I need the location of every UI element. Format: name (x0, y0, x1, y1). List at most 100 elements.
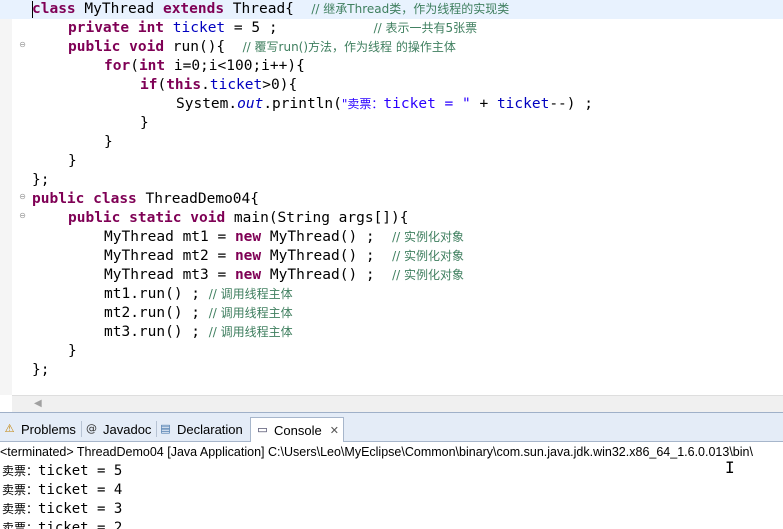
code-token: . (201, 77, 210, 93)
code-token: + (470, 96, 497, 112)
code-line: } (68, 342, 77, 361)
editor-ruler (0, 0, 12, 395)
code-line: public class ThreadDemo04{ (32, 190, 259, 209)
code-token: void (129, 39, 165, 55)
tab-label: Javadoc (103, 421, 152, 437)
code-token: } (140, 115, 149, 131)
problems-icon: ⚠ (4, 422, 15, 435)
code-comment: // 调用线程主体 (208, 325, 293, 339)
code-token: class (32, 1, 76, 17)
code-token: public (68, 210, 121, 226)
code-token: --) ; (549, 96, 593, 112)
fold-toggle-icon[interactable]: ⊖ (18, 41, 27, 50)
code-token: >0){ (262, 77, 298, 93)
output-text: 卖票： (2, 502, 39, 516)
code-token: MyThread() ; (261, 248, 393, 264)
code-token: MyThread() ; (261, 229, 393, 245)
code-line: System.out.println("卖票：ticket = " + tick… (176, 95, 593, 114)
code-token: }; (32, 362, 50, 378)
code-token: out (237, 96, 264, 112)
code-token: if (140, 77, 158, 93)
code-token: class (93, 191, 137, 207)
code-line: MyThread mt1 = new MyThread() ; // 实例化对象 (104, 228, 464, 247)
console-output-line: 卖票：ticket = 4 (2, 481, 122, 500)
code-token: int (137, 20, 165, 36)
code-token: public (32, 191, 85, 207)
code-token: mt1.run() ; (104, 286, 209, 302)
code-token: MyThread (75, 1, 163, 17)
code-token: public (68, 39, 121, 55)
code-string: ticket = " (383, 96, 471, 112)
code-token: } (68, 153, 77, 169)
code-token: int (138, 58, 166, 74)
code-token: extends (162, 1, 225, 17)
code-line: if(this.ticket>0){ (140, 76, 297, 95)
output-text: ticket = 3 (38, 501, 123, 517)
text-cursor-icon: I (725, 458, 735, 477)
code-line: private int ticket = 5 ; // 表示一共有5张票 (68, 19, 477, 38)
tab-javadoc[interactable]: @ Javadoc (84, 417, 151, 441)
code-editor[interactable]: ⊖ ⊖ ⊖ class MyThread extends Thread{ // … (0, 0, 783, 395)
close-tab-icon[interactable]: ✕ (330, 424, 339, 437)
horizontal-scrollbar[interactable]: ◀ (12, 395, 783, 412)
code-token: private (68, 20, 130, 36)
code-token: mt2.run() ; (104, 305, 209, 321)
tab-console[interactable]: ▭ Console ✕ (250, 417, 344, 442)
javadoc-icon: @ (86, 422, 97, 435)
panel-tab-bar: ⚠ Problems @ Javadoc ▤ Declaration ▭ Console… (0, 413, 783, 442)
fold-toggle-icon[interactable]: ⊖ (18, 193, 27, 202)
code-line: mt1.run() ; // 调用线程主体 (104, 285, 293, 304)
code-comment: // 实例化对象 (392, 230, 465, 244)
code-token: ticket (496, 96, 550, 112)
code-token: main(String args[]){ (225, 210, 409, 226)
code-comment: // 继承Thread类，作为线程的实现类 (311, 2, 510, 16)
console-output-line: 卖票：ticket = 5 (2, 462, 122, 481)
code-token: MyThread mt3 = (104, 267, 235, 283)
code-token: new (234, 267, 262, 283)
code-token: this (166, 77, 202, 93)
code-string: "卖票： (341, 97, 384, 111)
code-token: i=0;i<100;i++){ (165, 58, 305, 74)
code-token: = 5 ; (225, 20, 374, 36)
text-caret (32, 1, 33, 18)
fold-toggle-icon[interactable]: ⊖ (18, 212, 27, 221)
tab-label: Console (274, 422, 322, 438)
code-token: ( (130, 58, 139, 74)
code-token: }; (32, 172, 50, 188)
code-line: mt2.run() ; // 调用线程主体 (104, 304, 293, 323)
code-line: } (140, 114, 149, 133)
tab-declaration[interactable]: ▤ Declaration (158, 417, 243, 441)
code-line: class MyThread extends Thread{ // 继承Thre… (0, 0, 783, 19)
code-token: run(){ (164, 39, 243, 55)
code-token: ticket (209, 77, 263, 93)
code-line: MyThread mt2 = new MyThread() ; // 实例化对象 (104, 247, 464, 266)
scroll-left-icon[interactable]: ◀ (34, 396, 42, 412)
code-line: } (68, 152, 77, 171)
code-token: Thread{ (224, 1, 312, 17)
code-token: ThreadDemo04{ (136, 191, 260, 207)
code-line: public static void main(String args[]){ (68, 209, 409, 228)
declaration-icon: ▤ (160, 422, 171, 435)
code-line: mt3.run() ; // 调用线程主体 (104, 323, 293, 342)
code-comment: // 调用线程主体 (208, 287, 293, 301)
code-token: System. (176, 96, 238, 112)
bottom-panel: ⚠ Problems @ Javadoc ▤ Declaration ▭ Console… (0, 412, 783, 529)
tab-problems[interactable]: ⚠ Problems (2, 417, 76, 441)
code-token: void (190, 210, 226, 226)
code-token: .println( (263, 96, 342, 112)
code-token: mt3.run() ; (104, 324, 209, 340)
code-comment: // 覆写run()方法，作为线程 的操作主体 (242, 40, 456, 54)
code-token: MyThread mt1 = (104, 229, 235, 245)
console-output-line: 卖票：ticket = 3 (2, 500, 122, 519)
tab-label: Declaration (177, 421, 243, 437)
code-line: }; (32, 361, 49, 380)
code-comment: // 调用线程主体 (208, 306, 293, 320)
code-token: static (129, 210, 182, 226)
code-line: }; (32, 171, 49, 190)
tab-label: Problems (21, 421, 76, 437)
console-status-line: <terminated> ThreadDemo04 [Java Applicat… (0, 445, 753, 459)
